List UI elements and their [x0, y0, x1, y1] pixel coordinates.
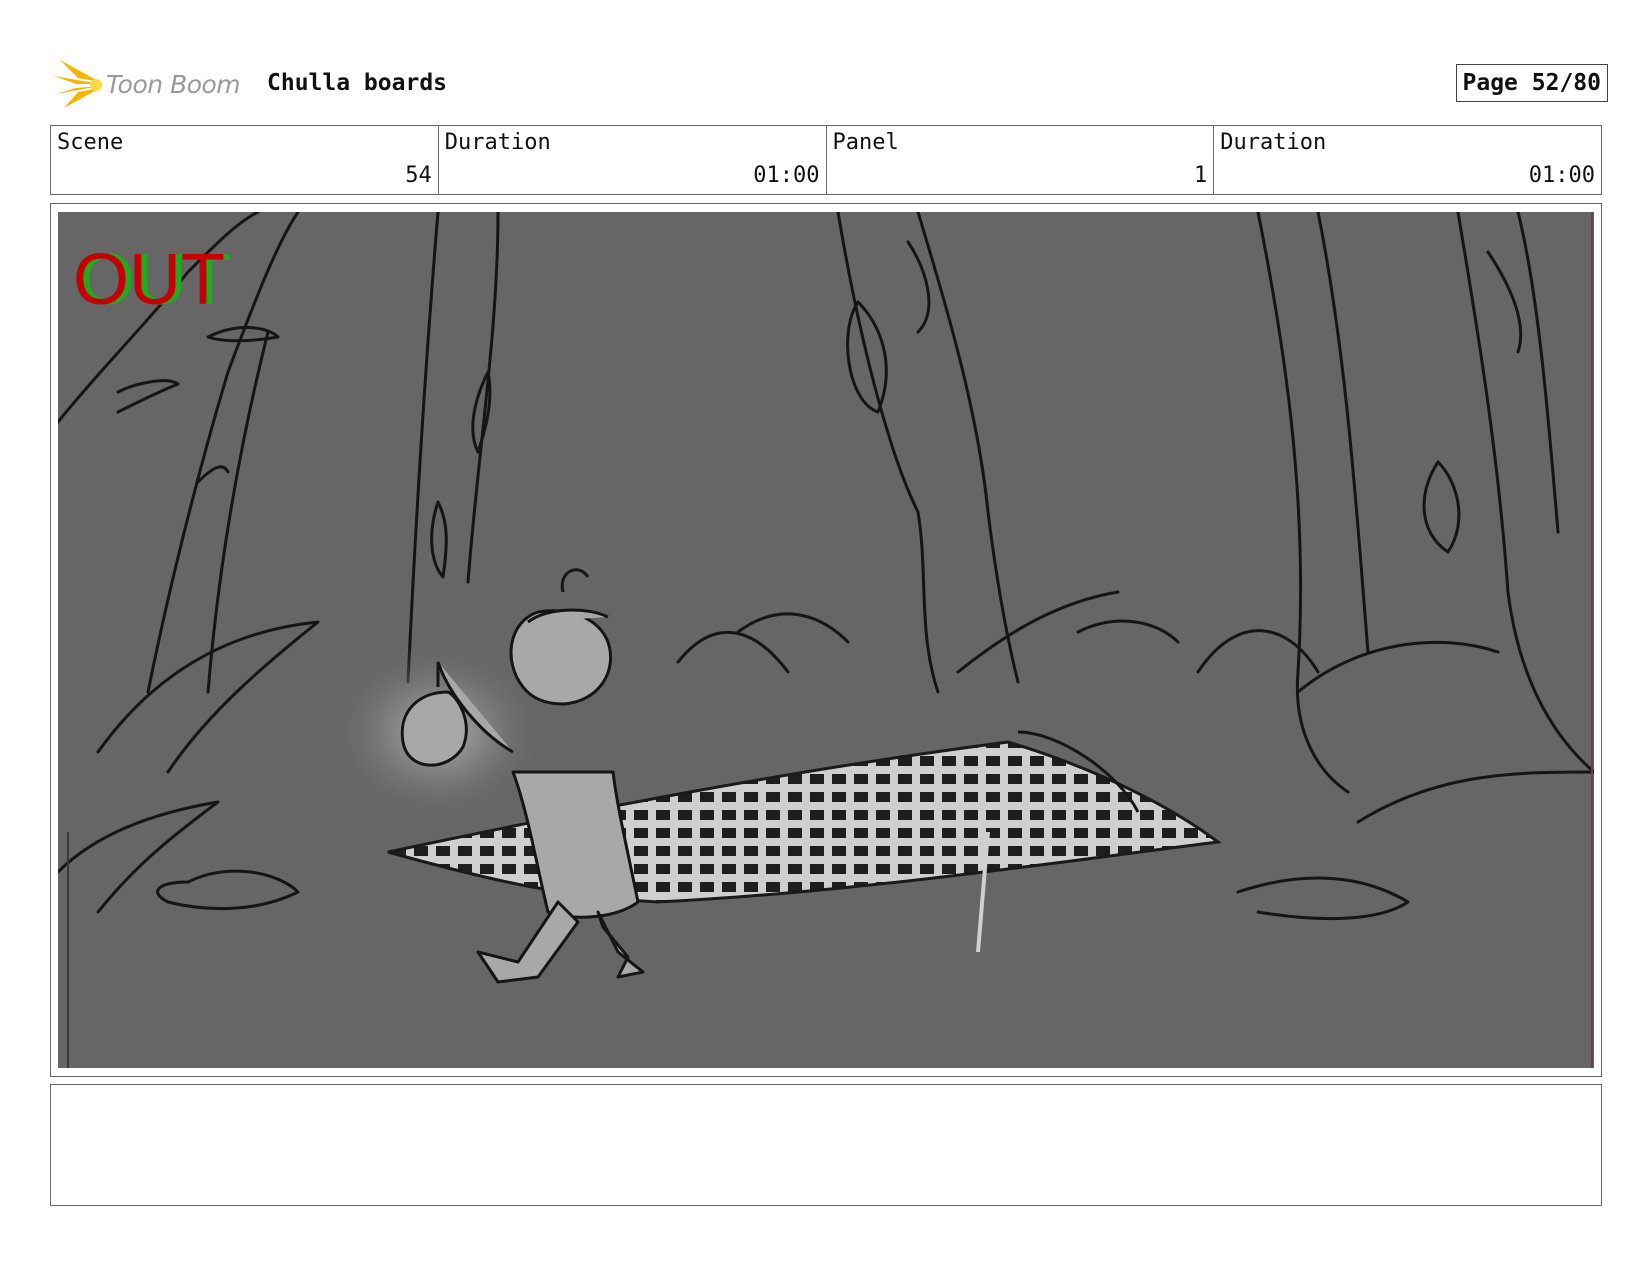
page-header: Toon Boom Chulla boards Page 52/80	[52, 58, 1608, 110]
out-text: OUT	[73, 240, 225, 314]
toon-boom-logo: Toon Boom	[52, 58, 241, 110]
forest-scene-drawing	[58, 212, 1594, 1068]
panel-duration-value: 01:00	[1528, 163, 1595, 188]
starburst-icon	[54, 60, 102, 108]
scene-value: 54	[405, 163, 432, 188]
project-title: Chulla boards	[267, 70, 448, 96]
brand-name: Toon Boom	[106, 69, 241, 99]
panel-notes-box	[50, 1084, 1602, 1206]
panel-value: 1	[1194, 163, 1208, 188]
scene-info-table: Scene 54 Duration 01:00 Panel 1 Duration…	[50, 125, 1602, 195]
panel-label: Panel	[832, 130, 899, 155]
storyboard-sketch: OUT OUT	[58, 212, 1594, 1068]
out-overlay-mark: OUT OUT	[73, 240, 231, 314]
scene-duration-value: 01:00	[753, 163, 820, 188]
panel-duration-cell: Duration 01:00	[1214, 126, 1601, 194]
scene-duration-label: Duration	[444, 130, 551, 155]
scene-cell: Scene 54	[51, 126, 439, 194]
page-number: Page 52/80	[1455, 64, 1608, 102]
panel-duration-label: Duration	[1220, 130, 1327, 155]
panel-cell: Panel 1	[827, 126, 1215, 194]
scene-duration-cell: Duration 01:00	[439, 126, 827, 194]
scene-label: Scene	[57, 130, 124, 155]
storyboard-panel-frame: OUT OUT	[50, 203, 1602, 1077]
